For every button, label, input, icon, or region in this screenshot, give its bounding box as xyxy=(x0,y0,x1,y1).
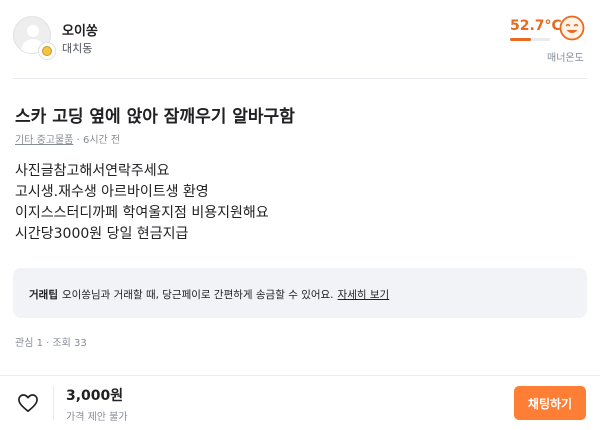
manner-temperature-value: 52.7°C xyxy=(510,18,562,34)
avatar-head-shape xyxy=(27,25,39,37)
post-description: 사진글참고해서연락주세요 고시생.재수생 아르바이트생 환영 이지스스터디까페 … xyxy=(15,161,575,245)
profile-divider xyxy=(13,78,587,79)
happy-face-icon xyxy=(559,15,585,41)
manner-temperature-bar xyxy=(510,38,550,41)
chat-button[interactable]: 채팅하기 xyxy=(514,386,586,420)
manner-temperature-fill xyxy=(510,38,532,41)
user-badge-icon xyxy=(38,42,56,60)
price: 3,000원 xyxy=(66,388,124,404)
meta-separator: · xyxy=(76,135,80,146)
post-category-link[interactable]: 기타 중고물품 xyxy=(15,135,73,146)
bottom-bar-divider xyxy=(0,375,600,376)
bottom-bar-separator xyxy=(53,386,54,420)
description-line: 고시생.재수생 아르바이트생 환영 xyxy=(15,184,209,200)
post-title: 스카 고딩 옆에 앉아 잠깨우기 알바구함 xyxy=(15,107,295,127)
post-time: 6시간 전 xyxy=(82,135,121,146)
trade-tip-text: 거래팁 오이쏭님과 거래할 때, 당근페이로 간편하게 송금할 수 있어요. 자세히… xyxy=(29,287,389,302)
seller-nickname[interactable]: 오이쏭 xyxy=(62,20,98,39)
seller-region: 대치동 xyxy=(62,42,93,55)
trade-tip-label: 거래팁 xyxy=(29,289,58,301)
post-meta: 기타 중고물품 · 6시간 전 xyxy=(15,131,120,146)
trade-tip-box: 거래팁 오이쏭님과 거래할 때, 당근페이로 간편하게 송금할 수 있어요. 자세히… xyxy=(13,268,587,318)
seller-profile: 오이쏭 대치동 52.7°C 매너온도 xyxy=(0,0,600,78)
trade-tip-message: 오이쏭님과 거래할 때, 당근페이로 간편하게 송금할 수 있어요. xyxy=(61,289,334,301)
description-line: 이지스스터디까페 학여울지점 비용지원해요 xyxy=(15,205,269,221)
description-line: 시간당3000원 당일 현금지급 xyxy=(15,226,189,242)
manner-temperature-label[interactable]: 매너온도 xyxy=(547,49,584,64)
trade-tip-more-link[interactable]: 자세히 보기 xyxy=(338,289,390,301)
price-offer-note: 가격 제안 불가 xyxy=(66,412,128,423)
interest-view-counts: 관심 1 · 조회 33 xyxy=(15,338,87,349)
heart-outline-icon[interactable] xyxy=(17,393,39,413)
description-line: 사진글참고해서연락주세요 xyxy=(15,163,170,179)
